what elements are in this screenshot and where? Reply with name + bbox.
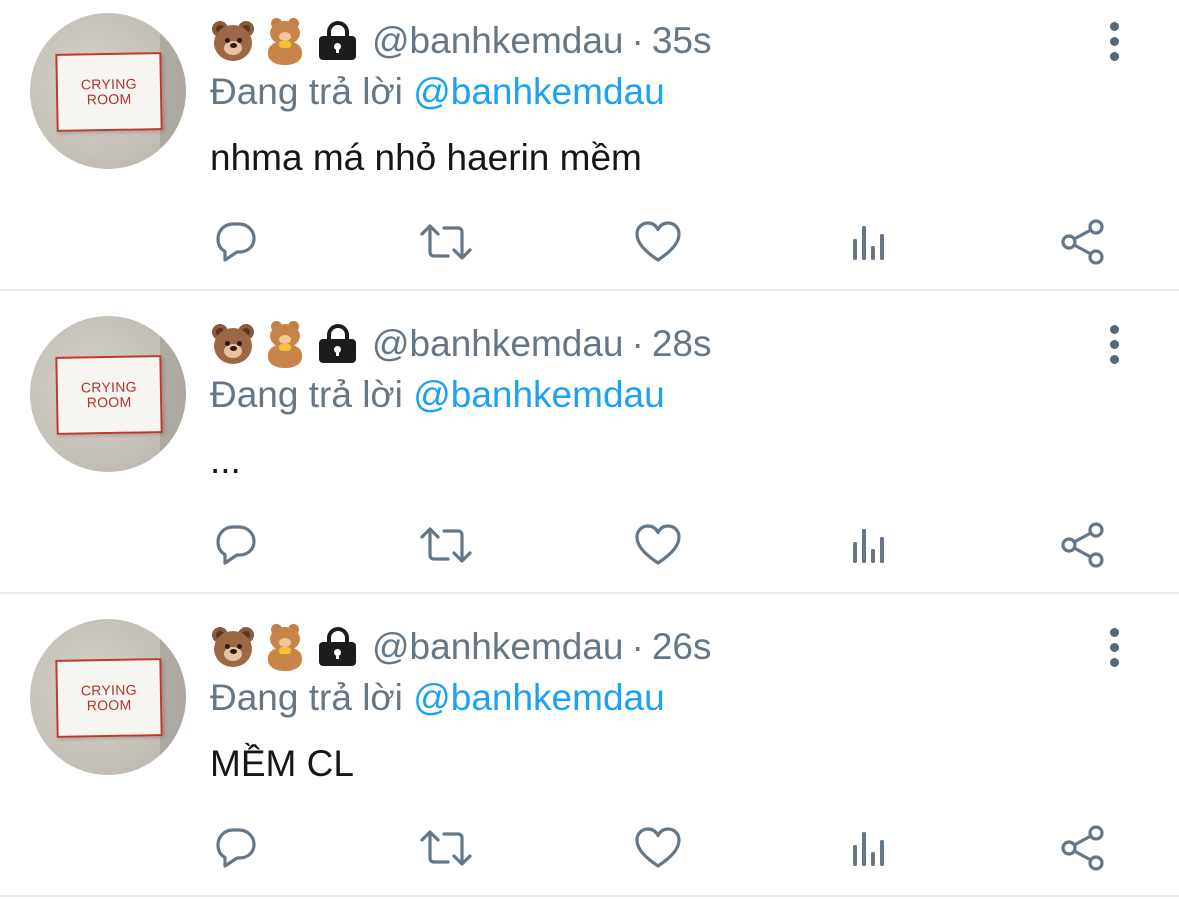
retweet-icon bbox=[420, 527, 472, 563]
avatar-sign: CRYING ROOM bbox=[55, 355, 163, 435]
timestamp[interactable]: 35s bbox=[652, 14, 712, 68]
analytics-button[interactable] bbox=[840, 212, 900, 272]
bear-face-emoji bbox=[210, 625, 256, 669]
share-icon bbox=[1061, 219, 1104, 265]
tweet-divider bbox=[0, 289, 1179, 291]
tweet-actions bbox=[0, 818, 1179, 878]
tweet-divider bbox=[0, 592, 1179, 594]
replying-to-label: Đang trả lời bbox=[210, 374, 403, 415]
like-button[interactable] bbox=[628, 515, 688, 575]
timestamp[interactable]: 28s bbox=[652, 317, 712, 371]
share-button[interactable] bbox=[1052, 515, 1112, 575]
analytics-button[interactable] bbox=[840, 818, 900, 878]
avatar-wall bbox=[160, 619, 186, 775]
avatar-sign: CRYING ROOM bbox=[55, 52, 163, 132]
share-button[interactable] bbox=[1052, 818, 1112, 878]
retweet-icon bbox=[420, 830, 472, 866]
user-handle[interactable]: @banhkemdau bbox=[372, 620, 624, 674]
bear-face-emoji bbox=[210, 19, 256, 63]
like-button[interactable] bbox=[628, 212, 688, 272]
tweet-header: @banhkemdau · 26s bbox=[210, 620, 712, 674]
tweet[interactable]: CRYING ROOM bbox=[0, 606, 1179, 896]
reply-button[interactable] bbox=[206, 818, 266, 878]
timestamp[interactable]: 26s bbox=[652, 620, 712, 674]
retweet-button[interactable] bbox=[416, 515, 476, 575]
tweet-feed: CRYING ROOM @banhkemdau · 35s Đang trả l… bbox=[0, 0, 1179, 899]
teddy-bear-emoji bbox=[264, 17, 306, 65]
reply-icon bbox=[216, 828, 256, 868]
tweet[interactable]: CRYING ROOM bbox=[0, 303, 1179, 593]
user-handle[interactable]: @banhkemdau bbox=[372, 14, 624, 68]
separator-dot: · bbox=[631, 20, 644, 61]
lock-icon bbox=[316, 322, 358, 366]
teddy-bear-emoji bbox=[264, 623, 306, 671]
more-vertical-icon[interactable] bbox=[1100, 628, 1130, 668]
avatar-sign-text: CRYING ROOM bbox=[80, 75, 137, 108]
teddy-bear-emoji bbox=[264, 320, 306, 368]
separator-dot: · bbox=[631, 626, 644, 667]
tweet-text: nhma má nhỏ haerin mềm bbox=[210, 137, 642, 178]
avatar-wall bbox=[160, 316, 186, 472]
avatar[interactable]: CRYING ROOM bbox=[30, 619, 186, 775]
replying-to: Đang trả lời @banhkemdau bbox=[210, 66, 665, 118]
retweet-button[interactable] bbox=[416, 818, 476, 878]
analytics-icon bbox=[853, 226, 884, 260]
retweet-button[interactable] bbox=[416, 212, 476, 272]
avatar[interactable]: CRYING ROOM bbox=[30, 13, 186, 169]
tweet[interactable]: CRYING ROOM bbox=[0, 0, 1179, 290]
tweet-text: ... bbox=[210, 440, 241, 481]
lock-icon bbox=[316, 19, 358, 63]
reply-mention-link[interactable]: @banhkemdau bbox=[413, 374, 665, 415]
reply-icon bbox=[216, 525, 256, 565]
tweet-text: MỀM CL bbox=[210, 743, 354, 784]
tweet-actions bbox=[0, 515, 1179, 575]
reply-mention-link[interactable]: @banhkemdau bbox=[413, 71, 665, 112]
separator-dot: · bbox=[631, 323, 644, 364]
tweet-divider bbox=[0, 895, 1179, 897]
avatar-sign-text: CRYING ROOM bbox=[80, 378, 137, 411]
reply-button[interactable] bbox=[206, 515, 266, 575]
like-icon bbox=[635, 221, 681, 262]
analytics-icon bbox=[853, 529, 884, 563]
lock-icon bbox=[316, 625, 358, 669]
avatar-wall bbox=[160, 13, 186, 169]
analytics-button[interactable] bbox=[840, 515, 900, 575]
replying-to: Đang trả lời @banhkemdau bbox=[210, 369, 665, 421]
more-vertical-icon[interactable] bbox=[1100, 325, 1130, 365]
more-vertical-icon[interactable] bbox=[1100, 22, 1130, 62]
share-icon bbox=[1061, 522, 1104, 568]
avatar-sign: CRYING ROOM bbox=[55, 658, 163, 738]
reply-icon bbox=[216, 222, 256, 262]
avatar[interactable]: CRYING ROOM bbox=[30, 316, 186, 472]
share-button[interactable] bbox=[1052, 212, 1112, 272]
retweet-icon bbox=[420, 224, 472, 260]
replying-to-label: Đang trả lời bbox=[210, 677, 403, 718]
tweet-header: @banhkemdau · 28s bbox=[210, 317, 712, 371]
analytics-icon bbox=[853, 832, 884, 866]
like-button[interactable] bbox=[628, 818, 688, 878]
share-icon bbox=[1061, 825, 1104, 871]
reply-mention-link[interactable]: @banhkemdau bbox=[413, 677, 665, 718]
user-handle[interactable]: @banhkemdau bbox=[372, 317, 624, 371]
reply-button[interactable] bbox=[206, 212, 266, 272]
tweet-header: @banhkemdau · 35s bbox=[210, 14, 712, 68]
replying-to-label: Đang trả lời bbox=[210, 71, 403, 112]
like-icon bbox=[635, 827, 681, 868]
tweet-actions bbox=[0, 212, 1179, 272]
bear-face-emoji bbox=[210, 322, 256, 366]
avatar-sign-text: CRYING ROOM bbox=[80, 681, 137, 714]
replying-to: Đang trả lời @banhkemdau bbox=[210, 672, 665, 724]
like-icon bbox=[635, 524, 681, 565]
